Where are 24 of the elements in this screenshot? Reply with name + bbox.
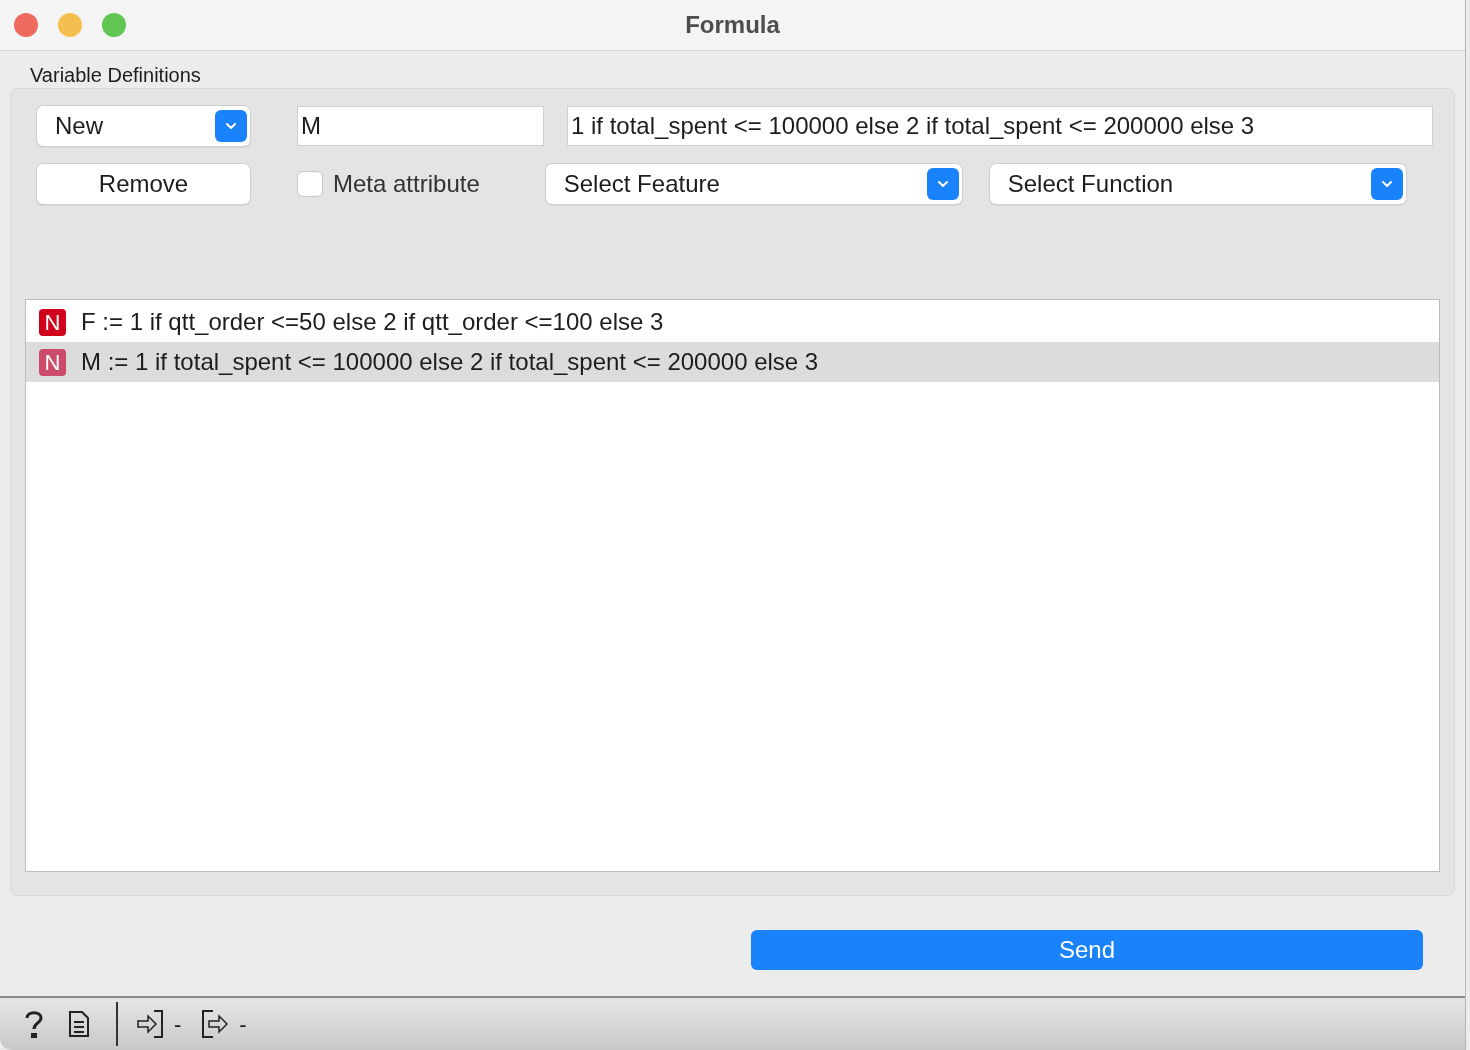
chevron-down-icon — [926, 168, 959, 200]
new-dropdown[interactable]: New — [37, 106, 250, 146]
output-count: - — [239, 1010, 247, 1039]
expression-field[interactable]: 1 if total_spent <= 100000 else 2 if total_spent <= 200000 else 3 — [567, 106, 1433, 146]
chevron-down-icon — [215, 110, 247, 142]
meta-attribute-label: Meta attribute — [333, 169, 480, 199]
function-dropdown[interactable]: Select Function — [989, 164, 1406, 204]
group-title: Variable Definitions — [29, 63, 202, 88]
window-title: Formula — [685, 10, 780, 40]
remove-button[interactable]: Remove — [37, 164, 250, 204]
chevron-down-icon — [1370, 168, 1403, 200]
meta-attribute-checkbox[interactable] — [297, 171, 323, 197]
document-icon[interactable] — [68, 1010, 90, 1038]
input-arrow-icon[interactable] — [136, 1009, 166, 1039]
definition-text: F := 1 if qtt_order <=50 else 2 if qtt_order <=100 else 3 — [81, 307, 664, 337]
send-button[interactable]: Send — [751, 930, 1423, 970]
definition-item[interactable]: N M := 1 if total_spent <= 100000 else 2 if total_spent <= 200000 else 3 — [26, 342, 1439, 382]
close-button[interactable] — [14, 13, 38, 37]
name-field[interactable]: M — [297, 106, 544, 146]
input-count: - — [174, 1010, 182, 1039]
feature-dropdown[interactable]: Select Feature — [545, 164, 962, 204]
definition-text: M := 1 if total_spent <= 100000 else 2 if total_spent <= 200000 else 3 — [81, 347, 819, 377]
numeric-badge: N — [39, 348, 66, 376]
numeric-badge: N — [39, 308, 66, 336]
